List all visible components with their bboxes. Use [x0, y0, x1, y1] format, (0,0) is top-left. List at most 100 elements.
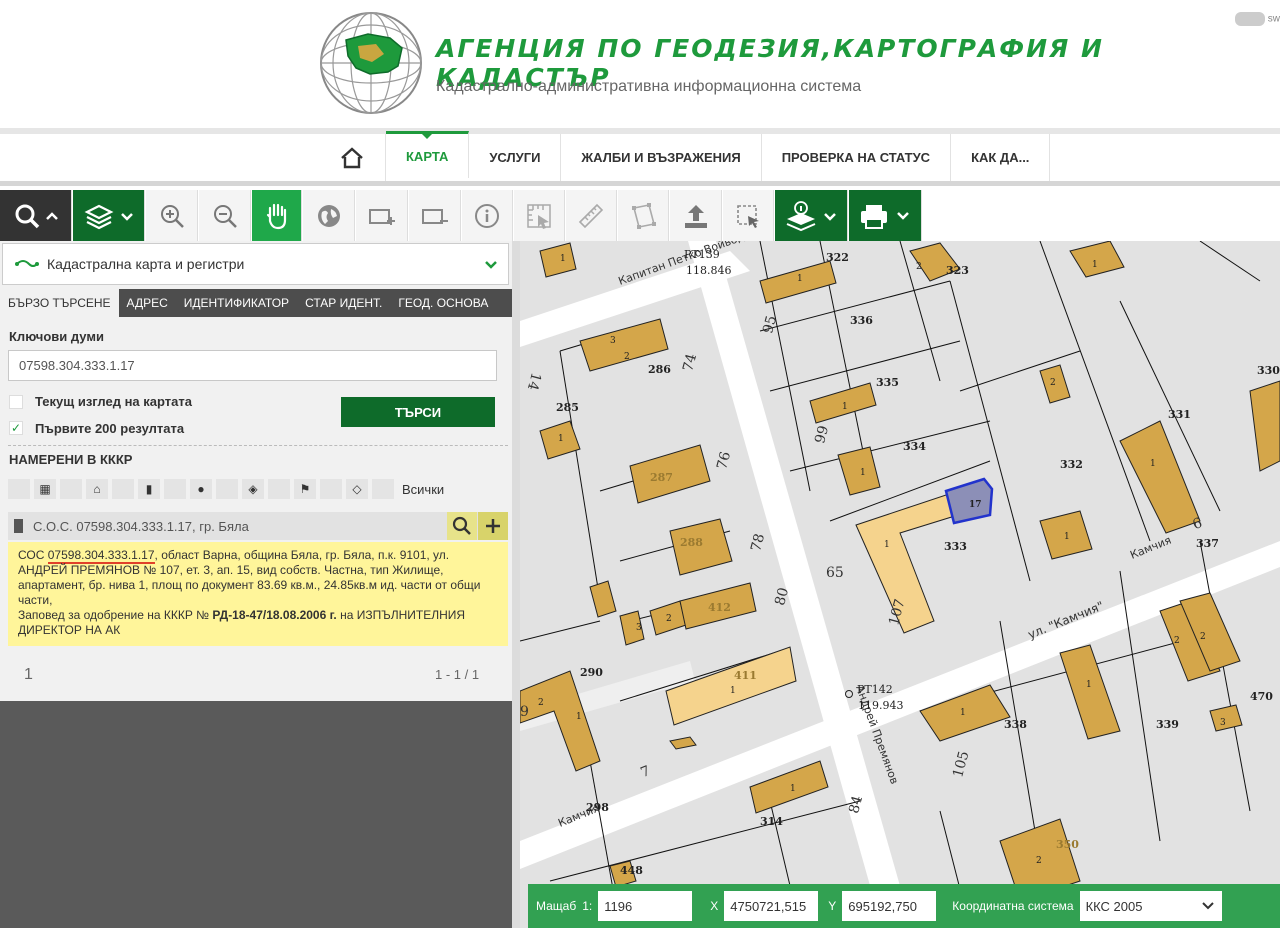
ruler-icon: [578, 203, 604, 228]
tab-old-identifier[interactable]: СТАР ИДЕНТ.: [297, 289, 390, 317]
scale-prefix: 1:: [582, 899, 593, 913]
svg-text:337: 337: [1196, 537, 1219, 550]
language-switch[interactable]: sw: [1234, 12, 1280, 26]
svg-text:338: 338: [1004, 718, 1027, 731]
add-result-button[interactable]: [478, 512, 508, 540]
svg-text:322: 322: [826, 251, 849, 264]
pager-range: 1 - 1 / 1: [435, 667, 480, 682]
nav-complaints[interactable]: ЖАЛБИ И ВЪЗРАЖЕНИЯ: [561, 134, 762, 181]
plus-icon: [486, 519, 500, 533]
upload-button[interactable]: [670, 190, 722, 241]
nav-status-check[interactable]: ПРОВЕРКА НА СТАТУС: [762, 134, 952, 181]
rect-remove-icon: [421, 208, 448, 224]
svg-text:1: 1: [1086, 680, 1092, 690]
keywords-input[interactable]: 07598.304.333.1.17: [8, 350, 497, 381]
search-button[interactable]: ТЪРСИ: [341, 397, 495, 427]
divider: [8, 445, 508, 446]
search-tool-button[interactable]: [0, 190, 72, 241]
svg-text:1: 1: [730, 686, 736, 696]
tab-identifier[interactable]: ИДЕНТИФИКАТОР: [176, 289, 297, 317]
tab-geodetic-base[interactable]: ГЕОД. ОСНОВА: [390, 289, 496, 317]
scale-input[interactable]: 1196: [598, 891, 693, 921]
svg-text:285: 285: [556, 401, 579, 414]
measure-distance-button[interactable]: [566, 190, 617, 241]
tab-address[interactable]: АДРЕС: [119, 289, 176, 317]
nav-how-to[interactable]: КАК ДА...: [951, 134, 1051, 181]
svg-text:17: 17: [969, 500, 982, 510]
rect-add-icon: [368, 208, 395, 225]
zoom-out-button[interactable]: [199, 190, 251, 241]
current-view-checkbox[interactable]: [9, 395, 23, 409]
result-header[interactable]: С.О.С. 07598.304.333.1.17, гр. Бяла: [8, 512, 508, 540]
info-button[interactable]: [462, 190, 513, 241]
full-extent-button[interactable]: [303, 190, 355, 241]
print-icon: [861, 204, 909, 229]
header: АГЕНЦИЯ ПО ГЕОДЕЗИЯ,КАРТОГРАФИЯ И КАДАСТ…: [0, 0, 1280, 128]
map-canvas[interactable]: 322 323 336 335 334 333 332 331 330 337 …: [520, 241, 1280, 928]
layer-dropdown-label: Кадастрална карта и регистри: [47, 256, 245, 272]
search-tabs: БЪРЗО ТЪРСЕНЕ АДРЕС ИДЕНТИФИКАТОР СТАР И…: [0, 289, 512, 317]
map-pin-icon: ●: [197, 482, 205, 496]
first200-label: Първите 200 резултата: [35, 421, 185, 436]
nav-home[interactable]: [318, 134, 386, 181]
pan-button[interactable]: [252, 190, 302, 241]
filter-blank-5[interactable]: [268, 479, 290, 499]
crs-select[interactable]: ККС 2005: [1079, 891, 1222, 921]
filter-blank-7[interactable]: [372, 479, 394, 499]
svg-text:1: 1: [860, 468, 866, 478]
filter-building-button[interactable]: ⌂: [86, 479, 108, 499]
measure-area-button[interactable]: [514, 190, 565, 241]
result-details: СОС 07598.304.333.1.17, област Варна, об…: [8, 542, 508, 646]
svg-text:350: 350: [1056, 838, 1079, 851]
print-button[interactable]: [849, 190, 922, 241]
svg-text:1: 1: [558, 434, 564, 444]
filter-address-button[interactable]: ●: [190, 479, 212, 499]
svg-text:118.846: 118.846: [686, 264, 732, 277]
first200-checkbox[interactable]: ✓: [9, 421, 23, 435]
zoom-in-button[interactable]: [146, 190, 198, 241]
tab-quick-search[interactable]: БЪРЗО ТЪРСЕНЕ: [0, 289, 119, 317]
svg-text:РТ139: РТ139: [684, 248, 720, 261]
svg-text:2: 2: [916, 262, 922, 272]
svg-text:330: 330: [1257, 364, 1280, 377]
filter-all-checkbox[interactable]: [8, 479, 30, 499]
layer-info-button[interactable]: [775, 190, 848, 241]
filter-parcel-button[interactable]: ▦: [34, 479, 56, 499]
select-rect-button[interactable]: [723, 190, 774, 241]
y-coordinate-field[interactable]: 695192,750: [842, 891, 937, 921]
svg-text:290: 290: [580, 666, 603, 679]
cadastral-map[interactable]: 322 323 336 335 334 333 332 331 330 337 …: [520, 241, 1280, 928]
filter-unit-button[interactable]: ▮: [138, 479, 160, 499]
filter-point-button[interactable]: ⚑: [294, 479, 316, 499]
result-id-link[interactable]: 07598.304.333.1.17: [47, 548, 155, 564]
polygon-icon: [632, 202, 656, 229]
crs-label: Координатна система: [952, 899, 1074, 913]
layers-icon: [84, 204, 133, 229]
select-add-button[interactable]: [356, 190, 408, 241]
filter-blank-6[interactable]: [320, 479, 342, 499]
info-icon: [475, 203, 499, 228]
filter-blank-4[interactable]: [216, 479, 238, 499]
svg-text:119.943: 119.943: [858, 699, 904, 712]
layers-tool-button[interactable]: [73, 190, 145, 241]
filter-blank-3[interactable]: [164, 479, 186, 499]
filter-polygon-button[interactable]: ◇: [346, 479, 368, 499]
svg-text:333: 333: [944, 540, 967, 553]
select-remove-button[interactable]: [409, 190, 461, 241]
layer-dropdown[interactable]: Кадастрална карта и регистри: [2, 243, 509, 285]
filter-blank-2[interactable]: [112, 479, 134, 499]
svg-text:1: 1: [560, 254, 566, 264]
nav-services[interactable]: УСЛУГИ: [469, 134, 562, 181]
nav-map[interactable]: КАРТА: [386, 131, 470, 178]
draw-polygon-button[interactable]: [618, 190, 669, 241]
filter-blank-1[interactable]: [60, 479, 82, 499]
svg-text:332: 332: [1060, 458, 1083, 471]
world-map-icon: [1234, 12, 1265, 26]
x-coordinate-field[interactable]: 4750721,515: [724, 891, 819, 921]
svg-text:1: 1: [960, 708, 966, 718]
pager-page[interactable]: 1: [24, 666, 33, 684]
panel-splitter[interactable]: [512, 241, 520, 928]
zoom-to-result-button[interactable]: [447, 512, 477, 540]
filter-layer-button[interactable]: ◈: [242, 479, 264, 499]
svg-text:286: 286: [648, 363, 671, 376]
